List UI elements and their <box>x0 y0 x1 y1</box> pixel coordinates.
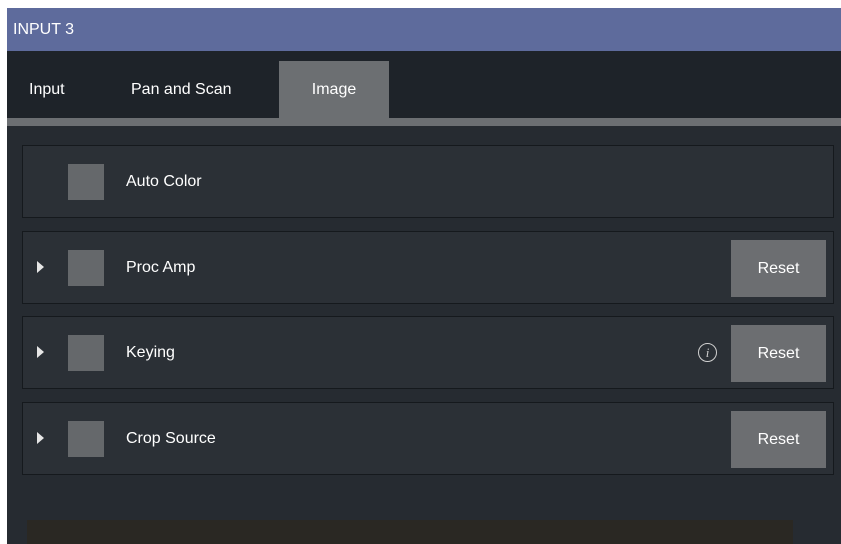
crop-source-reset-button[interactable]: Reset <box>731 411 826 468</box>
auto-color-checkbox[interactable] <box>68 164 104 200</box>
input-config-window: INPUT 3 Input Pan and Scan Image Auto Co… <box>7 8 841 544</box>
tab-bar: Input Pan and Scan Image <box>7 51 841 118</box>
keying-checkbox[interactable] <box>68 335 104 371</box>
auto-color-row: Auto Color <box>22 145 834 218</box>
crop-source-checkbox[interactable] <box>68 421 104 457</box>
keying-expand-icon[interactable] <box>37 346 44 358</box>
window-title: INPUT 3 <box>7 8 841 51</box>
crop-source-label: Crop Source <box>126 430 216 447</box>
tab-pan-and-scan[interactable]: Pan and Scan <box>131 61 261 118</box>
tab-input[interactable]: Input <box>29 61 79 118</box>
keying-reset-button[interactable]: Reset <box>731 325 826 382</box>
proc-amp-expand-icon[interactable] <box>37 261 44 273</box>
tab-underline <box>7 118 841 126</box>
crop-source-expand-icon[interactable] <box>37 432 44 444</box>
auto-color-label: Auto Color <box>126 173 202 190</box>
info-icon[interactable]: i <box>698 343 717 362</box>
proc-amp-label: Proc Amp <box>126 259 196 276</box>
crop-source-row: Crop Source Reset <box>22 402 834 475</box>
proc-amp-checkbox[interactable] <box>68 250 104 286</box>
keying-row: Keying i Reset <box>22 316 834 389</box>
bottom-bar <box>27 520 793 544</box>
tab-image[interactable]: Image <box>279 61 389 118</box>
proc-amp-row: Proc Amp Reset <box>22 231 834 304</box>
proc-amp-reset-button[interactable]: Reset <box>731 240 826 297</box>
keying-label: Keying <box>126 344 175 361</box>
